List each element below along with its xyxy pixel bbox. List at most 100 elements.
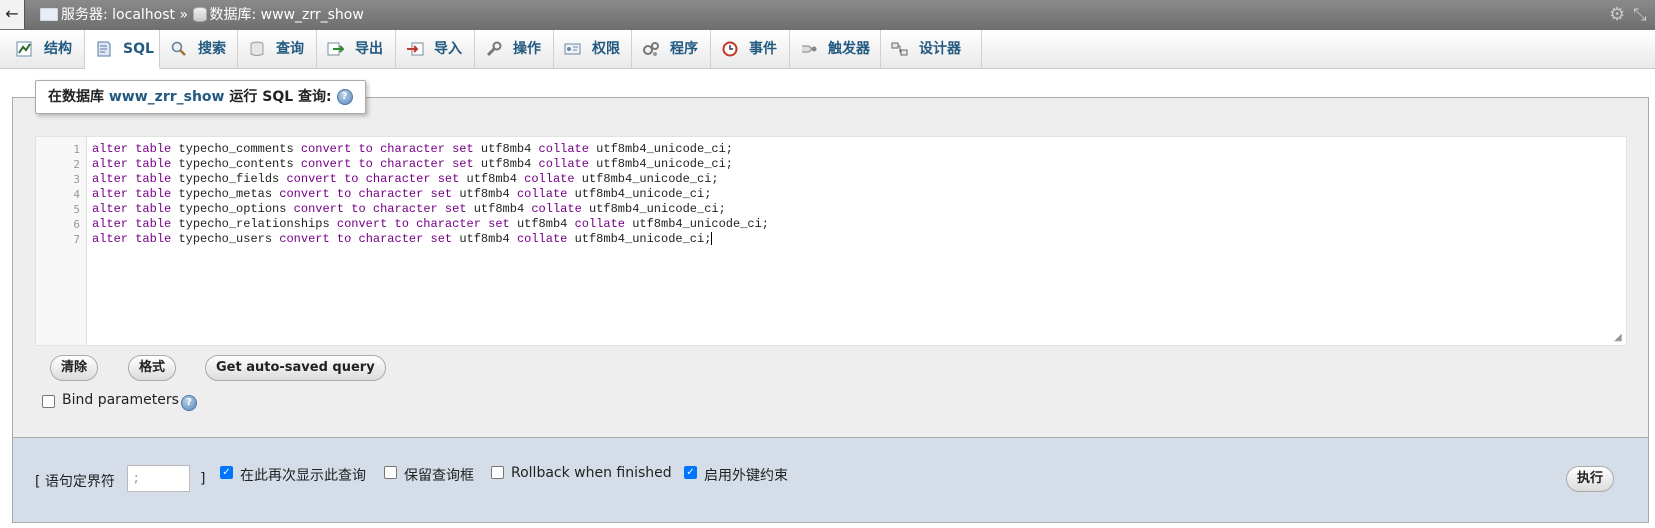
code-line[interactable]: alter table typecho_metas convert to cha… [92, 187, 711, 202]
sql-keyword: convert [300, 142, 352, 156]
sql-keyword: alter [92, 142, 129, 156]
collapse-icon[interactable]: ⤡ [1633, 6, 1651, 24]
code-line[interactable]: alter table typecho_contents convert to … [92, 157, 733, 172]
sql-identifier: utf8mb4_unicode_ci; [596, 142, 733, 156]
sql-keyword: character [358, 187, 424, 201]
tab-label: 权限 [592, 41, 620, 57]
sql-identifier: typecho_options [178, 202, 287, 216]
sql-identifier: typecho_comments [178, 142, 294, 156]
triggers-icon [802, 45, 817, 53]
bind-parameters-label[interactable]: Bind parameters [62, 392, 179, 408]
import-icon [407, 42, 424, 56]
legend-db-link[interactable]: www_zrr_show [109, 89, 225, 105]
database-icon [192, 6, 207, 22]
search-icon [171, 41, 186, 56]
line-number: 7 [73, 233, 80, 246]
format-button[interactable]: 格式 [128, 355, 177, 381]
sql-icon [97, 41, 111, 57]
sql-identifier: utf8mb4 [480, 157, 532, 171]
tab-search[interactable]: 搜索 [160, 30, 238, 68]
show-query-checkbox[interactable]: ✓ [220, 466, 233, 479]
code-line[interactable]: alter table typecho_fields convert to ch… [92, 172, 719, 187]
tab-label: 事件 [749, 41, 777, 57]
tab-privileges[interactable]: 权限 [554, 30, 632, 68]
retain-query-box-checkbox[interactable] [384, 466, 397, 479]
sql-fieldset-legend: 在数据库 www_zrr_show 运行 SQL 查询: ? [35, 80, 366, 114]
get-autosaved-query-button[interactable]: Get auto-saved query [205, 355, 386, 381]
tab-bar: 结构 SQL 搜索 查询 导出 导入 操作 权限 程序 事件 触发器 设计器 [0, 30, 1655, 69]
tab-events[interactable]: 事件 [711, 30, 790, 68]
export-icon [327, 42, 345, 56]
sql-keyword: alter [92, 217, 129, 231]
tab-designer[interactable]: 设计器 [881, 30, 982, 68]
go-button[interactable]: 执行 [1566, 466, 1615, 492]
tab-routines[interactable]: 程序 [632, 30, 711, 68]
sql-keyword: set [430, 187, 453, 201]
resize-grip-icon[interactable]: ◢ [1614, 333, 1624, 343]
sql-identifier: utf8mb4 [480, 142, 532, 156]
rollback-checkbox[interactable] [491, 466, 504, 479]
sql-keyword: table [135, 142, 172, 156]
foreign-key-checks-checkbox[interactable]: ✓ [684, 466, 697, 479]
gear-icon[interactable]: ⚙ [1609, 6, 1627, 24]
sql-identifier: typecho_users [178, 232, 273, 246]
sql-editor[interactable]: 1 2 3 4 5 6 7 alter table typecho_comments con… [35, 136, 1627, 346]
breadcrumb-server[interactable]: 服务器: localhost [61, 7, 175, 23]
sql-identifier: typecho_contents [178, 157, 294, 171]
code-line[interactable]: alter table typecho_users convert to cha… [92, 232, 713, 247]
sql-identifier: utf8mb4_unicode_ci; [574, 187, 712, 201]
sql-keyword: convert [279, 232, 330, 246]
tab-import[interactable]: 导入 [396, 30, 475, 68]
designer-icon [891, 42, 908, 56]
sql-keyword: convert [279, 187, 330, 201]
sql-keyword: character [372, 202, 438, 216]
tab-sql[interactable]: SQL [85, 30, 160, 69]
tab-label: 搜索 [198, 41, 226, 57]
code-line[interactable]: alter table typecho_comments convert to … [92, 142, 733, 157]
sql-keyword: alter [92, 202, 129, 216]
sql-keyword: to [336, 232, 352, 246]
legend-suffix: 运行 SQL 查询: [229, 89, 332, 105]
clear-button[interactable]: 清除 [50, 355, 99, 381]
sql-keyword: table [135, 232, 172, 246]
sql-identifier: utf8mb4 [459, 232, 510, 246]
breadcrumb-database[interactable]: 数据库: www_zrr_show [210, 7, 364, 23]
code-line[interactable]: alter table typecho_relationships conver… [92, 217, 769, 232]
tab-label: 导出 [355, 41, 383, 57]
tab-triggers[interactable]: 触发器 [790, 30, 881, 68]
wrench-icon [486, 41, 502, 57]
line-number: 5 [73, 203, 80, 216]
legend-prefix: 在数据库 [48, 89, 104, 105]
sql-keyword: character [365, 172, 431, 186]
sql-keyword: set [430, 232, 453, 246]
help-icon[interactable]: ? [336, 89, 353, 105]
bind-parameters-checkbox[interactable] [42, 395, 55, 408]
breadcrumb-bar: ← 服务器: localhost » 数据库: www_zrr_show ⚙ ⤡ [0, 0, 1655, 30]
sql-keyword: convert [286, 172, 337, 186]
sql-keyword: table [135, 187, 172, 201]
server-icon [40, 7, 58, 21]
privileges-icon [564, 43, 581, 55]
sql-keyword: to [336, 187, 352, 201]
retain-query-box-label[interactable]: 保留查询框 [404, 465, 474, 485]
bind-parameters-help-icon[interactable]: ? [181, 395, 197, 411]
back-arrow-icon[interactable]: ← [0, 0, 25, 29]
rollback-label[interactable]: Rollback when finished [511, 465, 672, 481]
foreign-key-checks-label[interactable]: 启用外键约束 [704, 465, 788, 485]
line-number: 2 [73, 158, 80, 171]
tab-export[interactable]: 导出 [317, 30, 396, 68]
tab-label: 导入 [434, 41, 462, 57]
show-query-label[interactable]: 在此再次显示此查询 [240, 465, 366, 485]
delimiter-input[interactable] [127, 465, 190, 492]
sql-keyword: collate [531, 202, 582, 216]
tab-structure[interactable]: 结构 [6, 30, 85, 68]
tab-query[interactable]: 查询 [238, 30, 317, 68]
line-number: 6 [73, 218, 80, 231]
sql-identifier: utf8mb4 [516, 217, 568, 231]
sql-keyword: character [380, 157, 445, 171]
tab-operations[interactable]: 操作 [475, 30, 554, 68]
clock-icon [722, 41, 738, 57]
sql-keyword: set [444, 202, 467, 216]
tab-label: 操作 [513, 41, 541, 57]
code-line[interactable]: alter table typecho_options convert to c… [92, 202, 726, 217]
